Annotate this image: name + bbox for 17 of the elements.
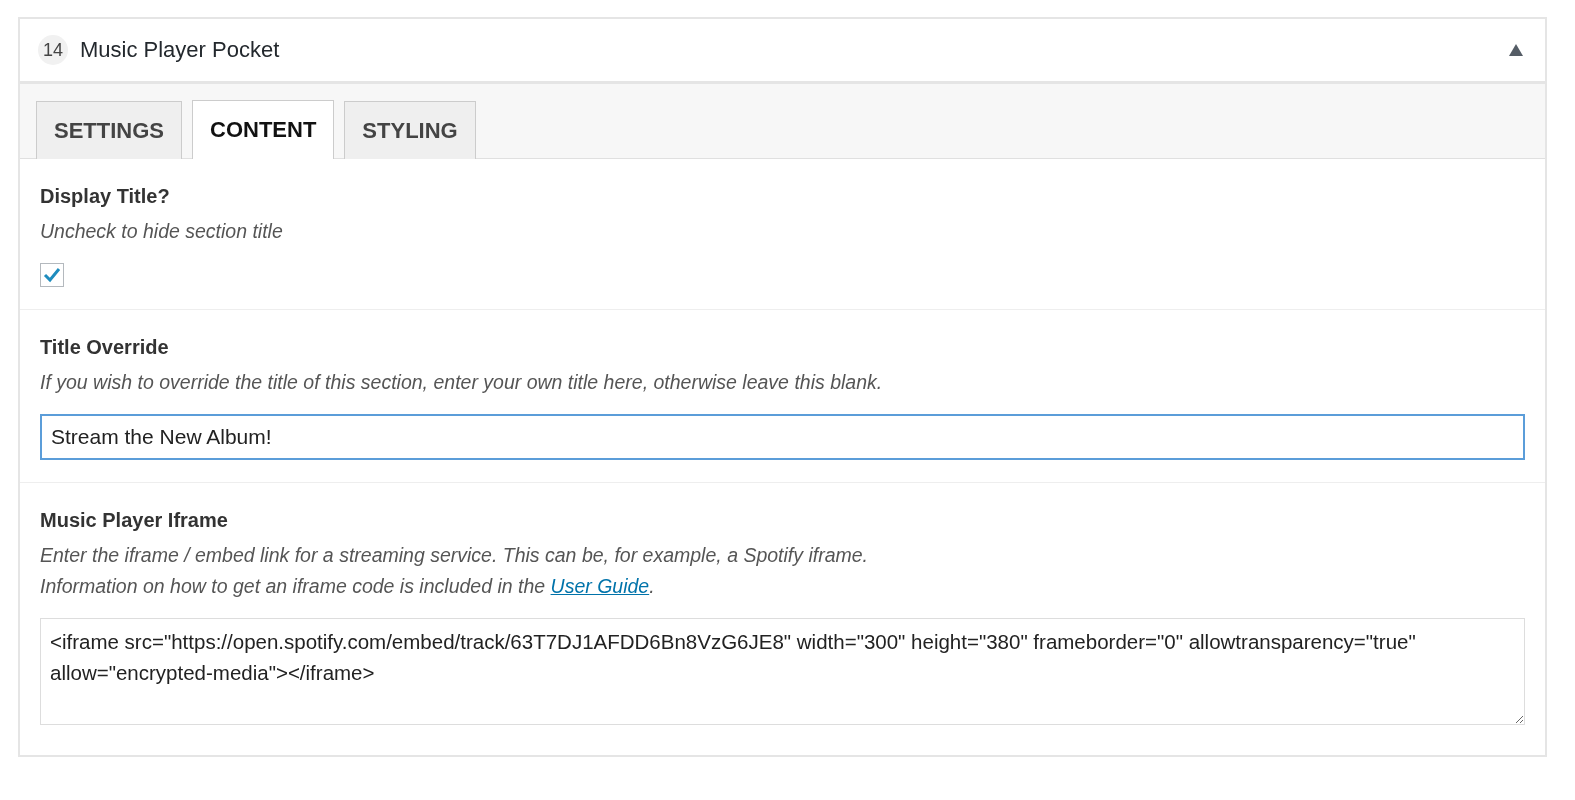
field-description: Uncheck to hide section title [40,220,283,243]
field-label: Title Override [40,336,169,359]
field-description: Enter the iframe / embed link for a streaming service. This can be, for example, a Spotify iframe. [40,544,869,567]
section-title: Music Player Pocket [80,37,281,63]
tab[interactable]: CONTENT [192,100,335,159]
field-label: Music Player Iframe [40,509,228,532]
tab[interactable]: SETTINGS [36,101,182,159]
iframe-code-field[interactable]: <iframe src="https://open.spotify.com/embed/track/63T7DJ1AFDD6Bn8VzG6JE8" width="300" height="380" frameborder="0" allowtransparency="true" allow="encrypted-media"></iframe> [40,618,1525,725]
field-description: If you wish to override the title of this section, enter your own title here, otherwise leave this blank. [40,371,883,394]
user-guide-link[interactable]: User Guide [550,575,650,597]
checkbox[interactable] [40,263,64,287]
caret-icon[interactable] [1509,44,1523,56]
field-label: Display Title? [40,185,170,208]
info-text: Information on how to get an iframe code is included in the User Guide. [40,575,655,598]
tab[interactable]: STYLING [344,101,476,159]
title-input-field[interactable]: Stream the New Album! [40,414,1525,460]
section-number: 14 [38,35,68,65]
